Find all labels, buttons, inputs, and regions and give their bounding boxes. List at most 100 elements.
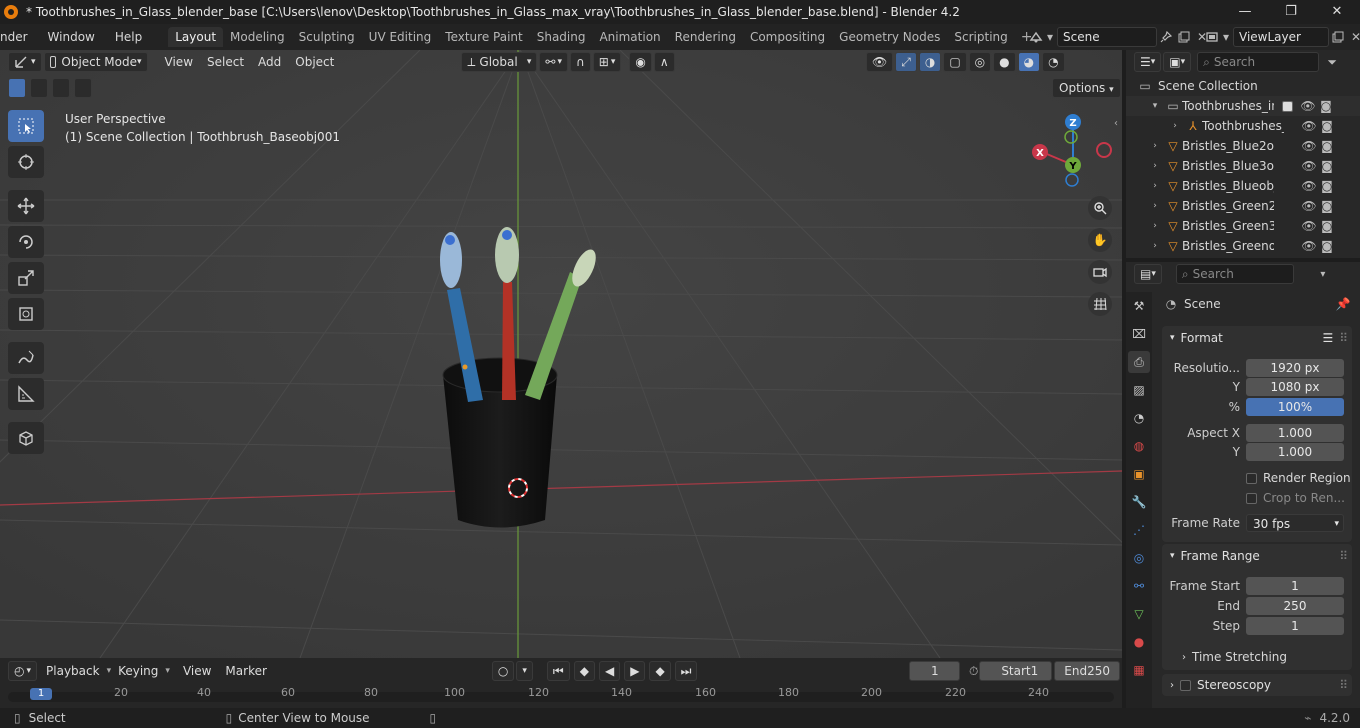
scene-tab-icon[interactable]: ◔ [1128,407,1150,429]
select-new-icon[interactable] [8,78,26,98]
select-intersect-icon[interactable] [74,78,92,98]
output-tab-icon[interactable]: ⎙ [1128,351,1150,373]
outliner-item[interactable]: › ⅄ Toothbrushes_ 👁 ◙ [1126,116,1360,136]
eye-icon[interactable]: 👁 [1300,117,1318,135]
eye-icon[interactable]: 👁 [1300,217,1318,235]
tab-compositing[interactable]: Compositing [743,27,832,47]
end-frame-field[interactable]: End 250 [1054,661,1120,681]
resolution-percent-slider[interactable]: 100% [1246,398,1344,416]
start-frame-field[interactable]: Start 1 [979,661,1053,681]
gizmo-toggle[interactable]: ⤢ [895,52,917,72]
proportional-edit-toggle[interactable]: ◉ [629,52,652,72]
outliner-item[interactable]: › ▽ Bristles_Blueobj00 👁 ◙ [1126,176,1360,196]
rotate-tool[interactable] [8,226,44,258]
menu-add[interactable]: Add [251,55,288,69]
play-reverse-button[interactable]: ◀ [598,661,621,681]
crop-row[interactable]: Crop to Ren... [1162,488,1352,508]
object-tab-icon[interactable]: ▣ [1128,463,1150,485]
outliner-root[interactable]: ▭ Scene Collection [1126,76,1360,96]
measure-tool[interactable] [8,378,44,410]
time-stretching-subpanel[interactable]: › Time Stretching [1162,647,1352,667]
transform-tool[interactable] [8,298,44,330]
chevron-right-icon[interactable]: › [1146,177,1164,195]
properties-search-input[interactable]: ⌕ Search [1175,264,1294,284]
shading-solid[interactable]: ● [993,52,1016,72]
properties-editor-type[interactable]: ▤ ▾ [1134,264,1162,284]
keying-set-button[interactable]: ▾ [516,661,533,681]
frame-start-field[interactable]: 1 [1246,577,1344,595]
tab-uv-editing[interactable]: UV Editing [362,27,439,47]
eye-icon[interactable]: 👁 [1300,177,1318,195]
drag-handle-icon[interactable]: ⠿ [1339,331,1348,345]
format-panel-header[interactable]: ▾ Format ☰ ⠿ [1162,326,1352,350]
aspect-y-field[interactable]: 1.000 [1246,443,1344,461]
chevron-down-icon[interactable]: ▾ [1146,97,1164,115]
chevron-right-icon[interactable]: › [1146,197,1164,215]
scene-name-field[interactable]: Scene [1057,27,1157,47]
outliner-search-input[interactable]: ⌕ Search [1197,52,1320,72]
outliner-item[interactable]: › ▽ Bristles_Blue3obj0 👁 ◙ [1126,156,1360,176]
eye-icon[interactable]: 👁 [1300,137,1318,155]
eye-icon[interactable]: 👁 [1299,97,1317,115]
shading-material[interactable]: ◕ [1017,52,1041,72]
eye-icon[interactable]: 👁 [1300,237,1318,255]
menu-file[interactable]: nder [0,30,34,44]
render-region-row[interactable]: Render Region [1162,468,1352,488]
tab-rendering[interactable]: Rendering [668,27,743,47]
zoom-icon[interactable] [1088,196,1112,220]
chevron-right-icon[interactable]: › [1146,157,1164,175]
transform-orientation-selector[interactable]: ⟂ Global ▾ [461,52,538,72]
menu-marker[interactable]: Marker [218,664,273,678]
camera-view-icon[interactable] [1088,260,1112,284]
tab-texture-paint[interactable]: Texture Paint [438,27,529,47]
camera-icon[interactable]: ◙ [1318,177,1336,195]
presets-icon[interactable]: ☰ [1322,331,1333,345]
overlay-toggle[interactable]: ◑ [918,52,942,72]
tab-geometry-nodes[interactable]: Geometry Nodes [832,27,947,47]
camera-icon[interactable]: ◙ [1318,117,1336,135]
tab-scripting[interactable]: Scripting [947,27,1014,47]
playhead[interactable]: 1 [30,688,52,700]
physics-tab-icon[interactable]: ◎ [1128,547,1150,569]
shading-rendered[interactable]: ◔ [1042,52,1065,72]
frame-rate-dropdown[interactable]: 30 fps ▾ [1246,514,1344,532]
chevron-right-icon[interactable]: › [1166,117,1184,135]
outliner-item[interactable]: › ▽ Bristles_Greenobj0 👁 ◙ [1126,236,1360,256]
sidebar-toggle-icon[interactable]: ‹ [1114,118,1118,129]
frame-end-field[interactable]: 250 [1246,597,1344,615]
constraints-tab-icon[interactable]: ⚯ [1128,575,1150,597]
chevron-right-icon[interactable]: › [1146,237,1164,255]
eye-icon[interactable]: 👁 [1300,157,1318,175]
outliner-editor-type[interactable]: ☰ ▾ [1134,52,1162,72]
new-scene-icon[interactable] [1175,28,1193,46]
snap-toggle[interactable]: ∩ [569,52,591,72]
scene-selector[interactable]: ▾ Scene ✕ [1027,27,1211,47]
navigation-gizmo[interactable]: Z X Y [1030,112,1116,196]
select-subtract-icon[interactable] [52,78,70,98]
falloff-button[interactable]: ∧ [653,52,675,72]
menu-view[interactable]: View [158,55,200,69]
shading-wireframe[interactable]: ◎ [968,52,992,72]
viewlayer-selector[interactable]: ▾ ViewLayer ✕ [1203,27,1360,47]
minimize-button[interactable]: — [1222,0,1268,24]
new-viewlayer-icon[interactable] [1329,28,1347,46]
prev-keyframe-button[interactable]: ◆ [573,661,595,681]
pin-icon[interactable]: 📌 [1334,295,1352,313]
tab-sculpting[interactable]: Sculpting [292,27,362,47]
drag-handle-icon[interactable]: ⠿ [1339,678,1348,692]
gizmo-neg-x[interactable] [1096,142,1112,158]
eye-icon[interactable]: 👁 [1300,197,1318,215]
tool-tab-icon[interactable]: ⚒ [1128,295,1150,317]
tab-animation[interactable]: Animation [592,27,667,47]
stereoscopy-panel[interactable]: › Stereoscopy ⠿ [1162,674,1352,696]
camera-icon[interactable]: ◙ [1318,157,1336,175]
menu-select[interactable]: Select [200,55,251,69]
current-frame-field[interactable]: 1 [909,661,961,681]
editor-type-button[interactable]: ▾ [8,52,42,72]
menu-keying[interactable]: Keying [111,664,165,678]
gizmo-neg-y[interactable] [1064,130,1078,144]
data-tab-icon[interactable]: ▽ [1128,603,1150,625]
menu-object[interactable]: Object [288,55,341,69]
chevron-right-icon[interactable]: › [1146,217,1164,235]
crop-checkbox[interactable] [1246,492,1257,504]
